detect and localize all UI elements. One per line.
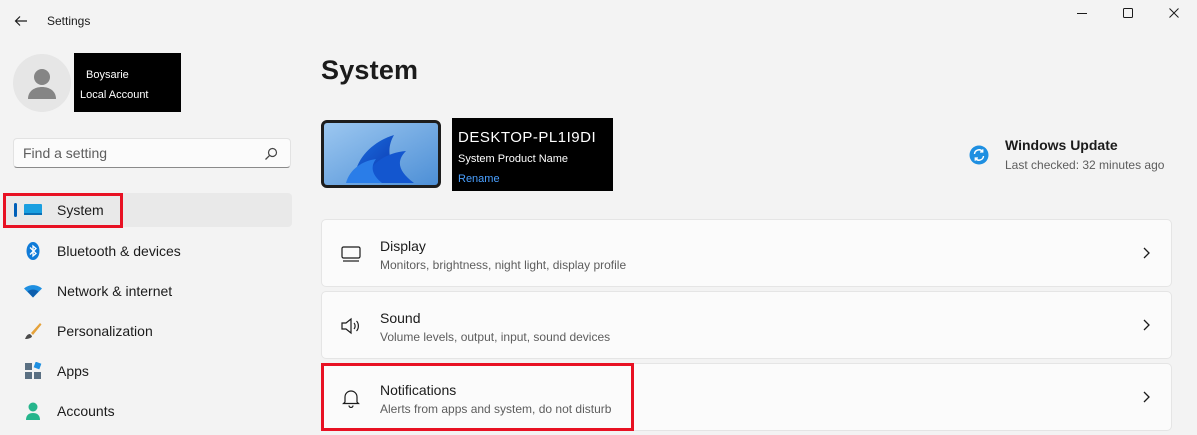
close-icon	[1169, 8, 1179, 18]
back-button[interactable]	[12, 12, 30, 30]
maximize-button[interactable]	[1116, 4, 1140, 22]
sidebar-item-network[interactable]: Network & internet	[4, 274, 292, 308]
monitor-icon	[341, 246, 361, 262]
sidebar-item-apps[interactable]: Apps	[4, 354, 292, 388]
minimize-icon	[1077, 13, 1087, 14]
card-title: Display	[380, 238, 426, 254]
card-subtitle: Monitors, brightness, night light, displ…	[380, 258, 627, 272]
page-title: System	[321, 55, 419, 85]
search-icon[interactable]	[264, 147, 278, 161]
search-box	[13, 138, 291, 168]
wifi-icon	[23, 281, 43, 301]
windows-update-last-checked: Last checked: 32 minutes ago	[1005, 158, 1165, 172]
profile-account-type: Local Account	[80, 89, 149, 101]
chevron-right-icon	[1143, 319, 1150, 331]
card-title: Sound	[380, 310, 421, 326]
device-wallpaper-thumbnail	[321, 120, 441, 188]
sidebar-item-bluetooth[interactable]: Bluetooth & devices	[4, 234, 292, 268]
bluetooth-icon	[23, 241, 43, 261]
sidebar-item-label: Accounts	[57, 403, 115, 419]
maximize-icon	[1123, 8, 1133, 18]
speaker-icon	[341, 317, 359, 335]
sidebar-item-label: Network & internet	[57, 283, 173, 299]
sidebar-item-label: Personalization	[57, 323, 153, 339]
minimize-button[interactable]	[1070, 4, 1094, 22]
card-subtitle: Volume levels, output, input, sound devi…	[380, 330, 611, 344]
windows-bloom-image	[324, 123, 438, 185]
profile-name: Boysarie	[86, 69, 129, 81]
device-name: DESKTOP-PL1I9DI	[458, 129, 597, 146]
sidebar-item-label: Apps	[57, 363, 89, 379]
windows-update-button[interactable]	[969, 145, 989, 165]
sound-card[interactable]: Sound Volume levels, output, input, soun…	[321, 291, 1172, 359]
highlight-system	[3, 193, 123, 228]
windows-update-title[interactable]: Windows Update	[1005, 137, 1118, 153]
rename-link[interactable]: Rename	[458, 173, 500, 185]
paintbrush-icon	[23, 321, 43, 341]
apps-icon	[23, 361, 43, 381]
avatar[interactable]	[13, 54, 71, 112]
device-info: DESKTOP-PL1I9DI System Product Name Rena…	[452, 118, 613, 191]
chevron-right-icon	[1143, 391, 1150, 403]
window-title: Settings	[47, 14, 91, 28]
device-model: System Product Name	[458, 153, 569, 165]
display-card[interactable]: Display Monitors, brightness, night ligh…	[321, 219, 1172, 287]
person-avatar-icon	[28, 69, 56, 99]
search-input[interactable]	[23, 145, 253, 161]
person-icon	[23, 401, 43, 421]
chevron-right-icon	[1143, 247, 1150, 259]
highlight-notifications	[321, 363, 634, 431]
sidebar-item-label: Bluetooth & devices	[57, 243, 181, 259]
sidebar-item-personalization[interactable]: Personalization	[4, 314, 292, 348]
back-arrow-icon	[14, 16, 27, 26]
close-button[interactable]	[1162, 4, 1186, 22]
profile-info: Boysarie Local Account	[74, 53, 181, 112]
sync-icon	[969, 145, 989, 165]
sidebar-item-accounts[interactable]: Accounts	[4, 394, 292, 428]
